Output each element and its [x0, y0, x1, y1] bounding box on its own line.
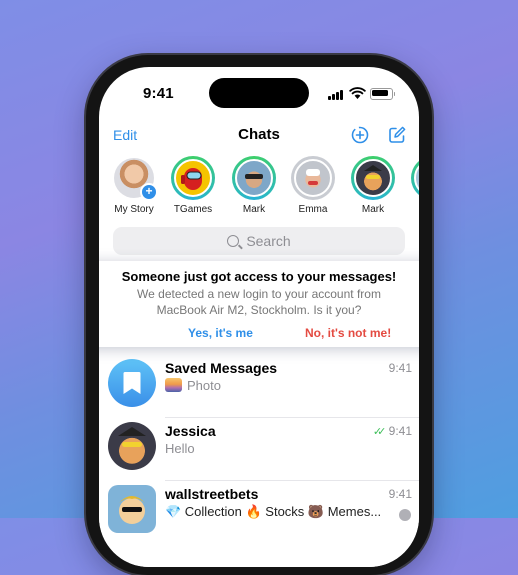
story-label: Emma [298, 204, 328, 215]
story-mark[interactable]: Mark [224, 156, 284, 215]
story-emma[interactable]: Emma [283, 156, 343, 215]
wifi-icon [349, 87, 366, 99]
story-label: Mark [242, 204, 266, 215]
story-my-story[interactable]: + My Story [104, 156, 164, 215]
avatar [235, 159, 273, 197]
photo-thumbnail-icon [165, 378, 182, 392]
dynamic-island [209, 78, 309, 108]
chat-name: Jessica [165, 423, 216, 439]
search-icon [227, 235, 240, 247]
avatar [174, 159, 212, 197]
story-partial[interactable] [403, 156, 419, 200]
chat-time: 9:41 [388, 487, 412, 501]
story-mark-2[interactable]: Mark [343, 156, 403, 215]
avatar [354, 159, 392, 197]
chat-time: ✓✓ 9:41 [372, 424, 412, 438]
chat-time: 9:41 [388, 361, 412, 375]
confirm-login-button[interactable]: Yes, it's me [188, 326, 253, 340]
story-label: Mark [361, 204, 385, 215]
login-alert-card: Someone just got access to your messages… [99, 261, 419, 347]
avatar [294, 159, 332, 197]
chat-name: wallstreetbets [165, 486, 259, 502]
page-title: Chats [238, 126, 280, 143]
alert-text: We detected a new login to your account … [137, 287, 381, 317]
chat-row-jessica[interactable]: Jessica Hello ✓✓ 9:41 [99, 418, 419, 481]
search-input[interactable]: Search [113, 227, 405, 255]
chat-preview: Hello [165, 441, 195, 456]
compose-icon[interactable] [387, 125, 407, 145]
story-label: My Story [114, 204, 154, 215]
bookmark-icon [108, 359, 156, 407]
story-label: TGames [173, 204, 213, 215]
story-tgames[interactable]: TGames [163, 156, 223, 215]
chat-preview: Photo [165, 378, 221, 393]
signal-icon [328, 89, 346, 100]
deny-login-button[interactable]: No, it's not me! [305, 326, 391, 340]
status-time: 9:41 [143, 85, 174, 102]
read-checkmarks-icon: ✓✓ [372, 426, 387, 438]
unread-badge [399, 509, 411, 521]
avatar [108, 422, 156, 470]
chat-row-saved-messages[interactable]: Saved Messages Photo 9:41 [99, 355, 419, 418]
telegram-screen: 9:41 Edit Chats + My Story TGames Mark E… [99, 67, 419, 567]
chat-list: Saved Messages Photo 9:41 Jessica Hello … [99, 347, 419, 567]
chat-name: Saved Messages [165, 360, 278, 376]
search-placeholder: Search [246, 233, 291, 249]
new-story-icon[interactable] [350, 125, 370, 145]
alert-title: Someone just got access to your messages… [121, 269, 397, 284]
battery-icon [370, 88, 395, 100]
add-story-icon[interactable]: + [140, 183, 158, 201]
avatar [414, 159, 419, 197]
avatar [108, 485, 156, 533]
chat-row-wallstreetbets[interactable]: wallstreetbets 💎 Collection 🔥 Stocks 🐻 M… [99, 481, 419, 543]
